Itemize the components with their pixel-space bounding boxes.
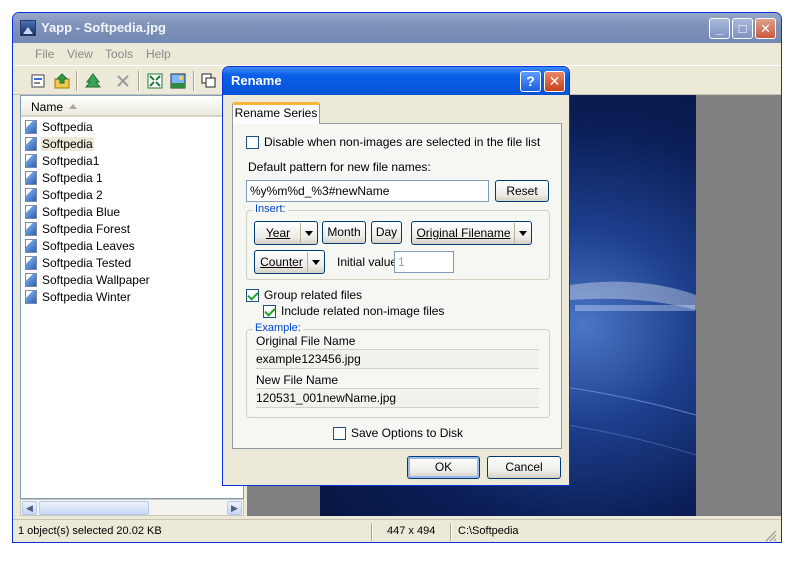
original-file-name-label: Original File Name xyxy=(256,334,356,348)
image-icon[interactable] xyxy=(168,71,188,91)
group-related-label: Group related files xyxy=(264,288,363,302)
menu-tools[interactable]: Tools xyxy=(105,47,133,61)
name-column-label: Name xyxy=(31,100,64,114)
resize-grip-icon[interactable] xyxy=(765,530,777,542)
window-title: Yapp - Softpedia.jpg xyxy=(41,20,166,35)
app-icon xyxy=(20,20,36,36)
toolbar-separator xyxy=(76,71,78,91)
month-button[interactable]: Month xyxy=(322,221,366,244)
status-bar: 1 object(s) selected 20.02 KB 447 x 494 … xyxy=(13,519,781,542)
status-separator xyxy=(371,523,373,541)
original-filename-dropdown[interactable]: Original Filename xyxy=(411,221,532,245)
tab-rename-series[interactable]: Rename Series xyxy=(232,102,320,124)
menu-help[interactable]: Help xyxy=(146,47,171,61)
file-item[interactable]: Softpedia Blue xyxy=(25,203,121,220)
dialog-close-button[interactable]: ✕ xyxy=(544,71,565,92)
minimize-button[interactable]: _ xyxy=(709,18,730,39)
year-dropdown[interactable]: Year xyxy=(254,221,318,245)
image-file-icon xyxy=(25,187,37,202)
tree-icon[interactable] xyxy=(83,71,103,91)
image-file-icon xyxy=(25,153,37,168)
menu-bar: File View Tools Help xyxy=(13,43,781,65)
pattern-input[interactable]: %y%m%d_%3#newName xyxy=(246,180,489,202)
status-selection: 1 object(s) selected 20.02 KB xyxy=(18,525,162,537)
toolbar-separator xyxy=(193,71,195,91)
maximize-button[interactable]: □ xyxy=(732,18,753,39)
file-item[interactable]: Softpedia 2 xyxy=(25,186,104,203)
image-file-icon xyxy=(25,255,37,270)
counter-label: Counter xyxy=(260,255,303,269)
file-item-selected[interactable]: Softpedia xyxy=(25,135,94,152)
cancel-button[interactable]: Cancel xyxy=(487,456,561,479)
status-separator xyxy=(450,523,452,541)
status-dimensions: 447 x 494 xyxy=(387,525,436,537)
delete-icon[interactable] xyxy=(113,71,133,91)
original-filename-label: Original Filename xyxy=(416,226,511,240)
sort-ascending-icon xyxy=(69,104,77,109)
file-item[interactable]: Softpedia1 xyxy=(25,152,100,169)
initial-value-input[interactable]: 1 xyxy=(394,251,454,273)
menu-view[interactable]: View xyxy=(67,47,93,61)
scroll-right-icon[interactable]: ▶ xyxy=(227,501,242,515)
rename-dialog: Rename ? ✕ Disable when non-images are s… xyxy=(222,66,570,486)
copy-icon[interactable] xyxy=(199,71,219,91)
save-options-checkbox[interactable] xyxy=(333,427,346,440)
image-file-icon xyxy=(25,238,37,253)
example-legend: Example: xyxy=(253,322,303,334)
file-item[interactable]: Softpedia Wallpaper xyxy=(25,271,151,288)
file-item[interactable]: Softpedia Forest xyxy=(25,220,131,237)
pattern-label: Default pattern for new file names: xyxy=(248,160,431,174)
new-file-name-value: 120531_001newName.jpg xyxy=(256,388,539,408)
up-folder-icon[interactable] xyxy=(52,71,72,91)
save-options-label: Save Options to Disk xyxy=(351,426,464,440)
file-item[interactable]: Softpedia 1 xyxy=(25,169,104,186)
new-file-name-label: New File Name xyxy=(256,373,339,387)
help-button[interactable]: ? xyxy=(520,71,541,92)
toolbar-separator xyxy=(138,71,140,91)
disable-checkbox[interactable] xyxy=(246,136,259,149)
image-file-icon xyxy=(25,119,37,134)
name-column-header[interactable]: Name xyxy=(21,96,243,117)
image-file-icon xyxy=(25,272,37,287)
file-item[interactable]: Softpedia Leaves xyxy=(25,237,136,254)
year-label: Year xyxy=(265,226,291,240)
file-item[interactable]: Softpedia Winter xyxy=(25,288,132,305)
image-file-icon xyxy=(25,170,37,185)
group-related-checkbox[interactable] xyxy=(246,289,259,302)
properties-icon[interactable] xyxy=(28,71,48,91)
main-title-bar[interactable]: Yapp - Softpedia.jpg _ □ ✕ xyxy=(13,13,781,43)
dropdown-arrow-icon xyxy=(300,223,316,243)
image-file-icon xyxy=(25,221,37,236)
day-button[interactable]: Day xyxy=(371,221,402,244)
dialog-title-bar[interactable]: Rename ? ✕ xyxy=(223,67,569,95)
image-file-icon xyxy=(25,289,37,304)
fit-icon[interactable] xyxy=(145,71,165,91)
menu-file[interactable]: File xyxy=(35,47,54,61)
reset-button[interactable]: Reset xyxy=(495,180,549,202)
insert-legend: Insert: xyxy=(253,203,288,215)
original-file-name-value: example123456.jpg xyxy=(256,349,539,369)
dropdown-arrow-icon xyxy=(514,223,530,243)
scroll-thumb[interactable] xyxy=(39,501,149,515)
close-button[interactable]: ✕ xyxy=(755,18,776,39)
disable-label: Disable when non-images are selected in … xyxy=(264,135,541,149)
image-file-icon xyxy=(25,204,37,219)
file-item[interactable]: Softpedia Tested xyxy=(25,254,132,271)
file-item[interactable]: Softpedia xyxy=(25,118,94,135)
file-list[interactable]: Name Softpedia Softpedia Softpedia1 Soft… xyxy=(20,95,244,499)
initial-value-label: Initial value xyxy=(337,255,398,269)
scroll-left-icon[interactable]: ◀ xyxy=(22,501,37,515)
include-non-image-label: Include related non-image files xyxy=(281,304,445,318)
dialog-title: Rename xyxy=(231,73,282,88)
image-file-icon xyxy=(25,136,37,151)
horizontal-scrollbar[interactable]: ◀ ▶ xyxy=(20,499,244,516)
dropdown-arrow-icon xyxy=(307,252,323,272)
status-path: C:\Softpedia xyxy=(458,525,519,537)
rename-series-panel: Disable when non-images are selected in … xyxy=(232,123,562,449)
counter-dropdown[interactable]: Counter xyxy=(254,250,325,274)
ok-button[interactable]: OK xyxy=(407,456,480,479)
include-non-image-checkbox[interactable] xyxy=(263,305,276,318)
